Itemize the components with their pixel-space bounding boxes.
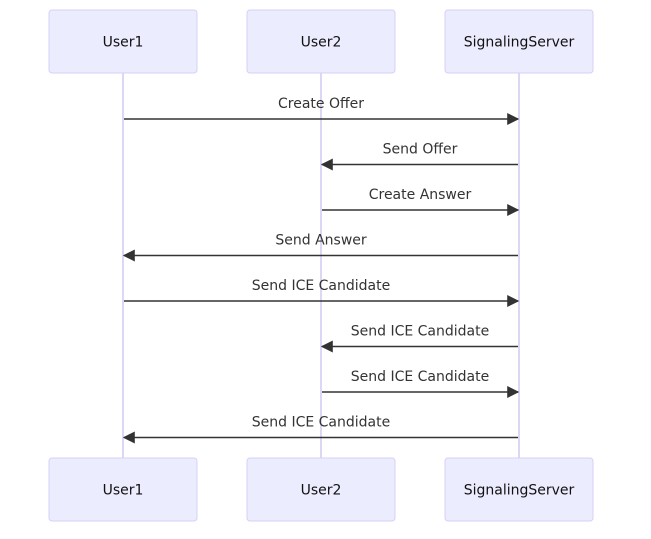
- actor-label: User2: [301, 35, 342, 51]
- actor-server-top: SignalingServer: [444, 9, 594, 74]
- actors-bottom: User1 User2 SignalingServer: [48, 457, 594, 522]
- actor-label: User1: [103, 483, 144, 499]
- actor-label: SignalingServer: [464, 35, 575, 51]
- message-label: Send ICE Candidate: [252, 278, 390, 294]
- message: Create Answer: [322, 187, 520, 216]
- actor-user1-bottom: User1: [48, 457, 198, 522]
- lifelines: [122, 73, 520, 458]
- message: Send ICE Candidate: [322, 369, 520, 398]
- message-label: Send ICE Candidate: [351, 369, 489, 385]
- actor-label: SignalingServer: [464, 483, 575, 499]
- actor-server-bottom: SignalingServer: [444, 457, 594, 522]
- actor-user2-bottom: User2: [246, 457, 396, 522]
- message-label: Create Answer: [369, 187, 472, 203]
- actors-top: User1 User2 SignalingServer: [48, 9, 594, 74]
- message: Send ICE Candidate: [320, 324, 518, 353]
- message-label: Send Answer: [275, 233, 367, 249]
- actor-user2-top: User2: [246, 9, 396, 74]
- message: Send Offer: [320, 142, 518, 171]
- message-label: Send Offer: [383, 142, 458, 158]
- message-label: Send ICE Candidate: [351, 324, 489, 340]
- actor-label: User2: [301, 483, 342, 499]
- actor-user1-top: User1: [48, 9, 198, 74]
- actor-label: User1: [103, 35, 144, 51]
- message-label: Create Offer: [278, 96, 364, 112]
- sequence-diagram: User1 User2 SignalingServer User1 User2 Sign…: [48, 9, 594, 522]
- message-label: Send ICE Candidate: [252, 415, 390, 431]
